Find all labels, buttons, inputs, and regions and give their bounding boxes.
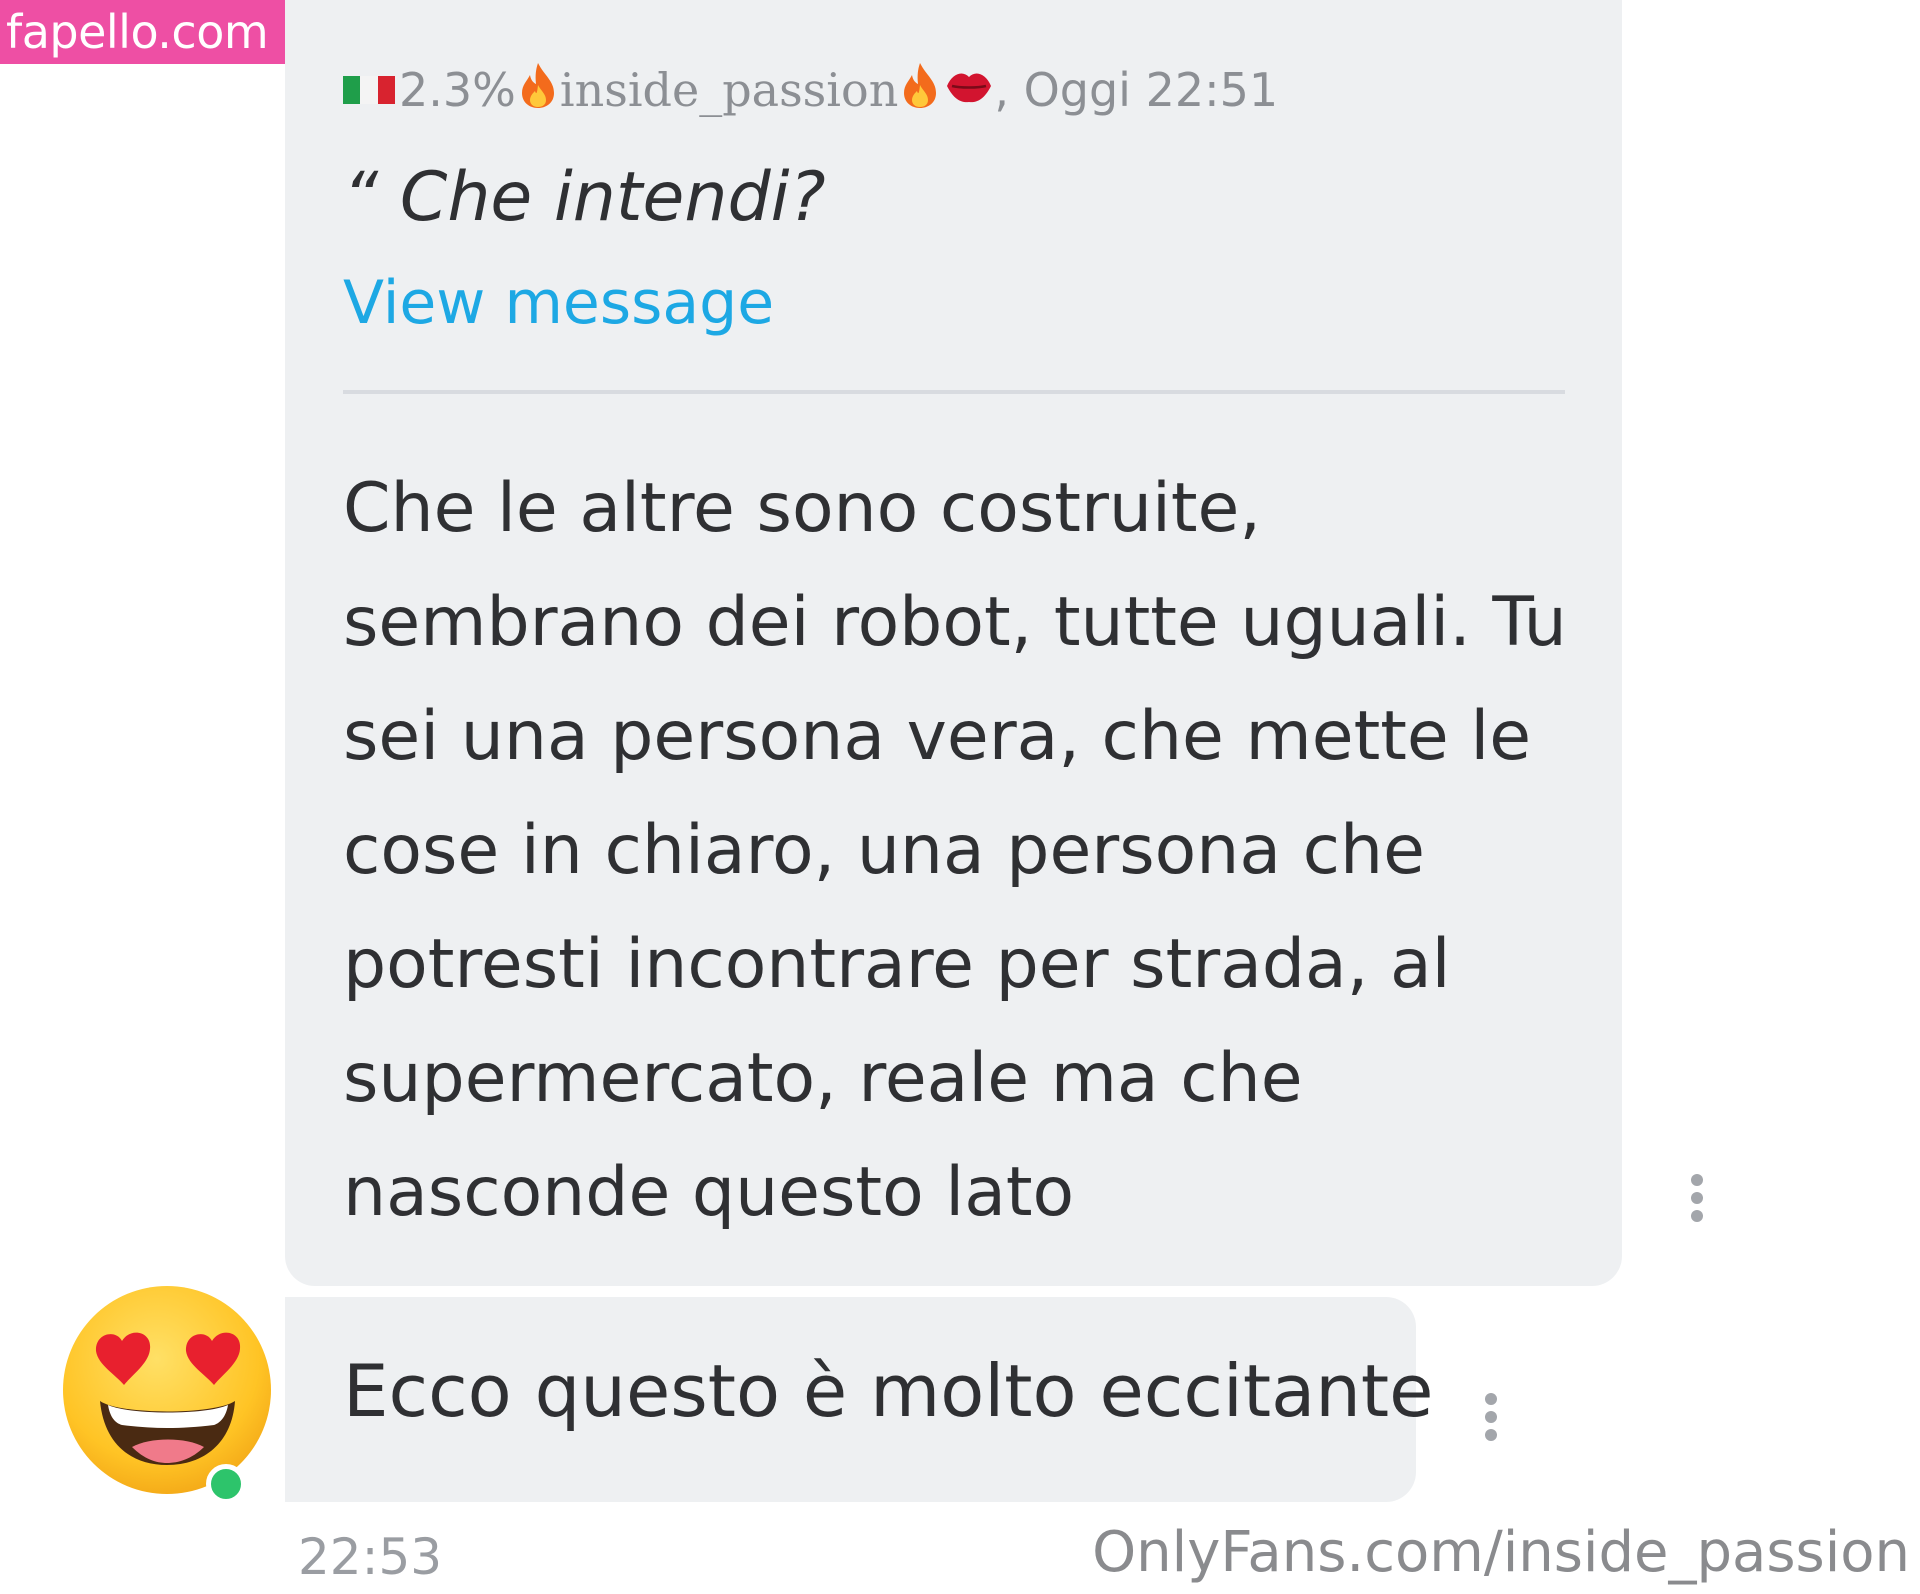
message-line: nasconde questo lato: [343, 1153, 1075, 1232]
more-options-icon[interactable]: [1483, 1393, 1499, 1441]
fire-emoji-icon: [900, 61, 940, 120]
fire-emoji-icon: [518, 61, 558, 120]
quoted-message-header: 2.3% inside_passion , Oggi 22:51: [343, 62, 1278, 118]
percent-label: 2.3%: [399, 63, 516, 117]
more-options-icon[interactable]: [1689, 1174, 1705, 1222]
fapello-watermark: fapello.com: [0, 0, 287, 64]
view-message-link[interactable]: View message: [343, 268, 774, 338]
message-line: cose in chiaro, una persona che: [343, 811, 1425, 890]
message-line: sei una persona vera, che mette le: [343, 697, 1532, 776]
divider: [343, 390, 1565, 394]
online-status-indicator: [206, 1464, 246, 1504]
reply-bubble[interactable]: Ecco questo è molto eccitante: [285, 1297, 1433, 1502]
message-timestamp: 22:53: [298, 1528, 443, 1586]
quoted-message-text: “ Che intendi?: [343, 158, 826, 237]
quoted-datetime: , Oggi 22:51: [994, 63, 1279, 117]
message-text: Che le altre sono costruite, sembrano de…: [343, 452, 1573, 1250]
kiss-mark-emoji-icon: [944, 63, 994, 117]
message-line: supermercato, reale ma che: [343, 1039, 1303, 1118]
italy-flag-icon: [343, 76, 395, 104]
reply-text: Ecco questo è molto eccitante: [343, 1349, 1434, 1433]
onlyfans-watermark: OnlyFans.com/inside_passion: [1092, 1520, 1910, 1585]
message-bubble[interactable]: 2.3% inside_passion , Oggi 22:51 “ Che i…: [285, 0, 1622, 1286]
message-line: Che le altre sono costruite,: [343, 469, 1261, 548]
quoted-username[interactable]: inside_passion: [560, 63, 898, 117]
message-line: sembrano dei robot, tutte uguali. Tu: [343, 583, 1567, 662]
heart-eyes-emoji-icon[interactable]: [60, 1283, 275, 1498]
message-line: potresti incontrare per strada, al: [343, 925, 1451, 1004]
